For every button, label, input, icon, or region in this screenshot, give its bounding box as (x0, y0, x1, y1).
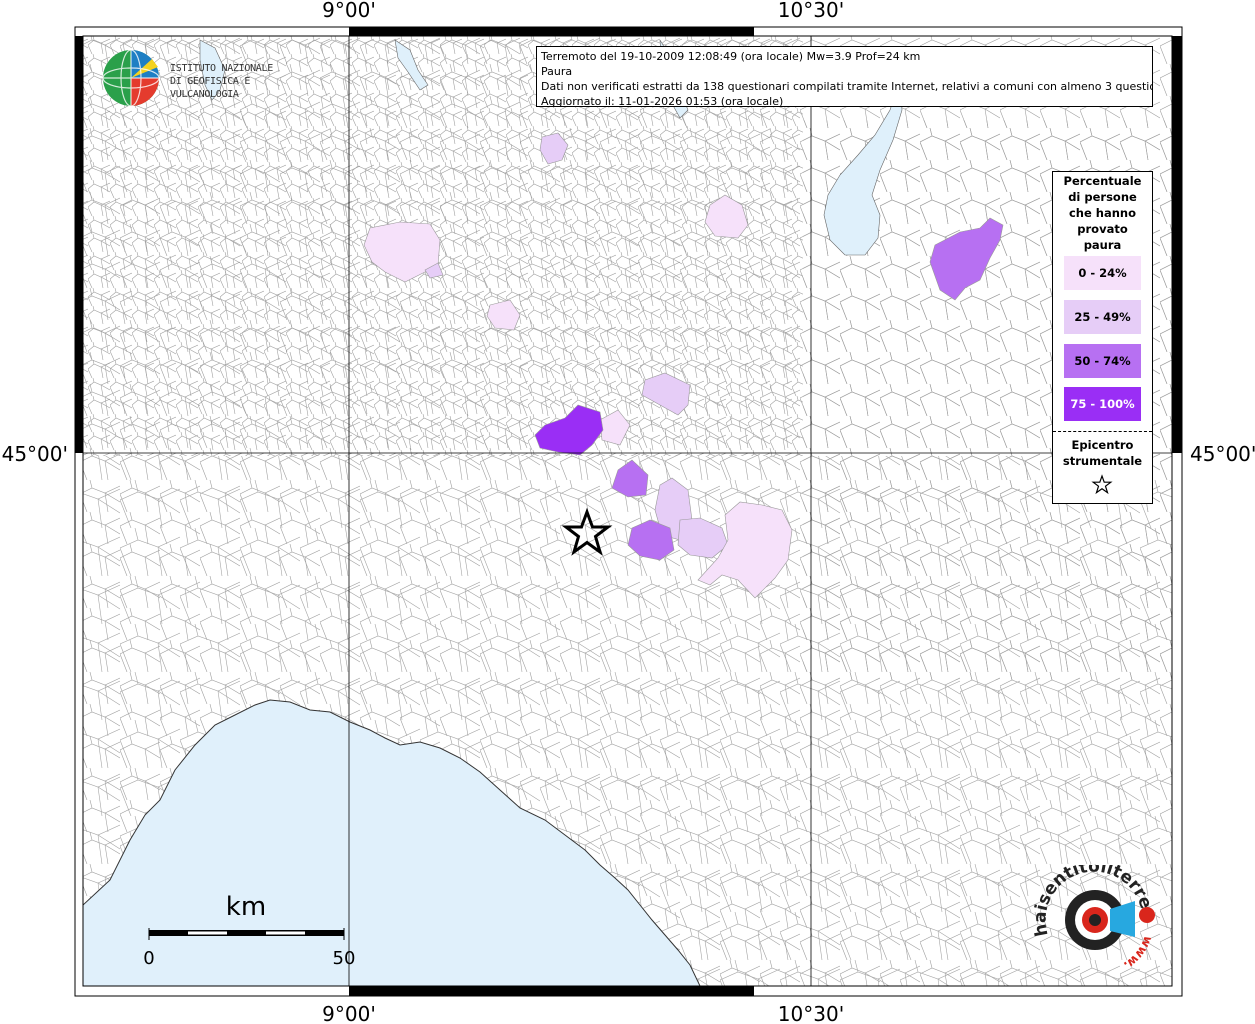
update-timestamp: Aggiornato il: 11-01-2026 01:53 (ora loc… (541, 95, 784, 107)
hsit-logo: haisentitoilterremoto.it www. (1030, 865, 1156, 973)
epicenter-legend-title: Epicentro strumentale (1053, 437, 1152, 469)
legend: Percentuale di persone che hanno provato… (1052, 171, 1153, 504)
scale-unit: km (226, 892, 266, 922)
legend-title-line: paura (1083, 238, 1122, 252)
legend-swatch-25-49: 25 - 49% (1064, 300, 1141, 334)
legend-swatch-0-24: 0 - 24% (1064, 256, 1141, 290)
star-icon (1091, 474, 1113, 495)
scale-start: 0 (143, 948, 154, 969)
lon-label-bottom-right: 10°30' (778, 1002, 844, 1024)
event-info-line: Terremoto del 19-10-2009 12:08:49 (ora l… (541, 50, 921, 63)
epicenter-legend-line: strumentale (1062, 454, 1143, 468)
hsit-logo-www: www. (1121, 934, 1155, 973)
ingv-logo: ISTITUTO NAZIONALE DI GEOFISICA E VULCAN… (100, 47, 310, 107)
event-info-box: Terremoto del 19-10-2009 12:08:49 (ora l… (536, 46, 1153, 107)
ingv-name: ISTITUTO NAZIONALE DI GEOFISICA E VULCAN… (170, 62, 310, 101)
epicenter-legend-line: Epicentro (1071, 438, 1134, 452)
legend-divider (1053, 431, 1152, 432)
lon-label-bottom-left: 9°00' (322, 1002, 376, 1024)
lat-label-right: 45°00' (1190, 442, 1255, 466)
lon-label-top-right: 10°30' (778, 0, 844, 22)
event-parameter: Paura (541, 65, 573, 78)
lat-label-left: 45°00' (2, 442, 68, 466)
legend-swatch-50-74: 50 - 74% (1064, 344, 1141, 378)
legend-title-line: provato (1077, 222, 1128, 236)
legend-title-line: di persone (1068, 190, 1137, 204)
lon-label-top-left: 9°00' (322, 0, 376, 22)
legend-title-line: che hanno (1068, 206, 1137, 220)
scale-end: 50 (333, 948, 356, 969)
ingv-line1: ISTITUTO NAZIONALE (170, 63, 273, 74)
legend-title-line: Percentuale (1063, 174, 1142, 188)
ingv-globe-icon (102, 49, 160, 107)
ingv-line2: DI GEOFISICA E VULCANOLOGIA (170, 76, 251, 100)
question-icon (1139, 907, 1155, 923)
legend-title: Percentuale di persone che hanno provato… (1053, 173, 1152, 253)
legend-swatch-75-100: 75 - 100% (1064, 387, 1141, 421)
data-note: Dati non verificati estratti da 138 ques… (541, 80, 1153, 93)
